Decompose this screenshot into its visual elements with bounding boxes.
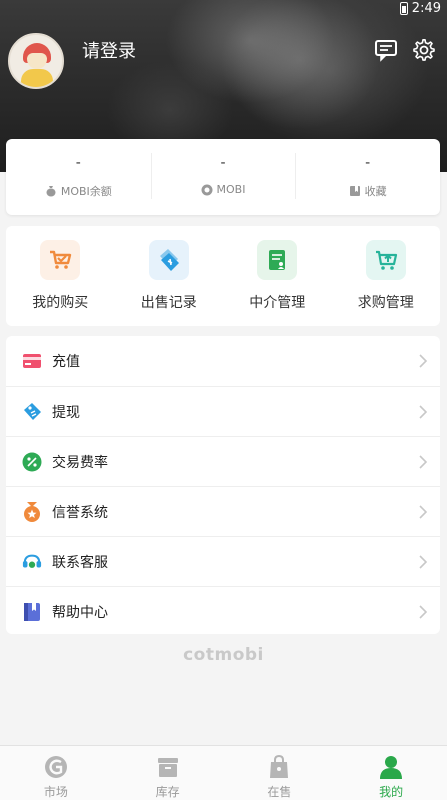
percent-icon: [22, 452, 42, 472]
nav-tab-inventory[interactable]: 库存: [112, 746, 224, 800]
gear-icon[interactable]: [412, 38, 436, 62]
chevron-right-icon: [419, 505, 428, 519]
stat-label: 收藏: [364, 185, 387, 198]
avatar-icon[interactable]: [8, 33, 64, 89]
action-wanted-manage[interactable]: 求购管理: [332, 226, 441, 326]
stat-mobi-balance[interactable]: - MOBI余额: [6, 139, 151, 215]
user-icon: [380, 756, 403, 779]
menu-item-reputation[interactable]: 信誉系统: [6, 486, 440, 536]
action-label: 中介管理: [249, 295, 306, 311]
coin-icon: [201, 184, 213, 195]
bookmark-icon: [349, 186, 360, 196]
menu-item-trade-fee[interactable]: 交易费率: [6, 436, 440, 486]
action-label: 我的购买: [32, 295, 89, 311]
menu-label: 信誉系统: [52, 504, 108, 521]
nav-label: 库存: [155, 785, 180, 799]
action-label: 出售记录: [140, 295, 197, 311]
money-bag-icon: [46, 186, 56, 197]
menu-item-withdraw[interactable]: 提现: [6, 386, 440, 436]
menu-item-recharge[interactable]: 充值: [6, 336, 440, 386]
message-icon[interactable]: [374, 38, 398, 62]
nav-tab-market[interactable]: 市场: [0, 746, 112, 800]
battery-icon: [399, 1, 408, 15]
settings-menu: 充值 提现 交易费率 信誉系统 联系客服 帮助中心: [6, 336, 440, 634]
chevron-right-icon: [419, 555, 428, 569]
menu-item-help-center[interactable]: 帮助中心: [6, 586, 440, 634]
status-time: 2:49: [411, 0, 441, 16]
shopping-bag-icon: [270, 754, 289, 778]
ticket-icon: [22, 402, 42, 422]
action-label: 求购管理: [357, 295, 414, 311]
stat-value: -: [365, 155, 371, 171]
card-icon: [22, 351, 42, 371]
status-bar: 2:49: [399, 0, 441, 16]
nav-label: 市场: [43, 785, 68, 799]
action-my-purchases[interactable]: 我的购买: [6, 226, 115, 326]
menu-item-customer-service[interactable]: 联系客服: [6, 536, 440, 586]
cart-upload-icon: [365, 240, 406, 280]
document-user-icon: [257, 240, 298, 280]
menu-label: 交易费率: [52, 454, 108, 471]
headset-icon: [22, 552, 42, 572]
bottom-nav: 市场 库存 在售 我的: [0, 745, 447, 800]
header-background: [220, 0, 380, 130]
login-link[interactable]: 请登录: [82, 37, 136, 63]
stat-mobi[interactable]: - MOBI: [150, 139, 296, 215]
action-sales-record[interactable]: 出售记录: [115, 226, 224, 326]
inventory-icon: [157, 758, 178, 777]
chevron-right-icon: [419, 605, 428, 619]
brand-logo: cotmobi: [183, 645, 264, 665]
chevron-right-icon: [419, 455, 428, 469]
nav-label: 我的: [379, 785, 404, 799]
action-agent-manage[interactable]: 中介管理: [223, 226, 332, 326]
menu-label: 帮助中心: [52, 604, 108, 621]
stat-value: -: [220, 155, 226, 171]
market-icon: [44, 756, 67, 778]
nav-label: 在售: [267, 785, 292, 799]
nav-tab-on-sale[interactable]: 在售: [224, 746, 336, 800]
menu-label: 充值: [52, 354, 80, 370]
stat-label: MOBI余额: [60, 185, 112, 198]
tags-icon: [148, 240, 189, 280]
chevron-right-icon: [419, 354, 428, 368]
balance-card: - MOBI余额 - MOBI - 收藏: [6, 139, 440, 215]
cart-icon: [40, 240, 81, 280]
quick-actions: 我的购买 出售记录 中介管理 求购管理: [6, 226, 440, 326]
stat-favorites[interactable]: - 收藏: [295, 139, 440, 215]
nav-tab-mine[interactable]: 我的: [335, 746, 447, 800]
stat-value: -: [75, 155, 81, 171]
book-icon: [22, 602, 42, 622]
stat-label: MOBI: [216, 183, 246, 196]
menu-label: 联系客服: [52, 554, 108, 571]
medal-icon: [22, 501, 42, 522]
menu-label: 提现: [52, 404, 80, 421]
chevron-right-icon: [419, 405, 428, 419]
